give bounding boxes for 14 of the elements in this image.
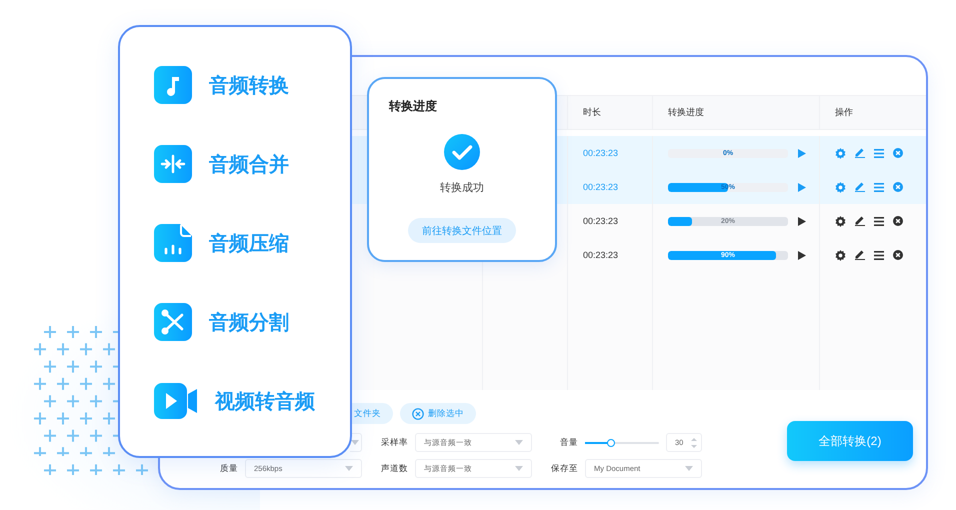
column-header: 时长 — [583, 106, 601, 119]
duration-cell: 00:23:23 — [583, 182, 618, 192]
duration-cell: 00:23:23 — [583, 250, 618, 260]
field-label: 音量 — [560, 436, 578, 448]
dialog-title: 转换进度 — [389, 98, 437, 115]
status-text: 转换成功 — [440, 181, 484, 195]
column-header: 转换进度 — [668, 106, 704, 119]
field-label: 声道数 — [381, 462, 408, 474]
field-label: 保存至 — [551, 462, 578, 474]
duration-cell: 00:23:23 — [583, 148, 618, 158]
duration-cell: 00:23:23 — [583, 216, 618, 226]
column-header: 操作 — [835, 106, 853, 119]
field-label: 质量 — [220, 462, 238, 474]
field-label: 采样率 — [381, 436, 408, 448]
